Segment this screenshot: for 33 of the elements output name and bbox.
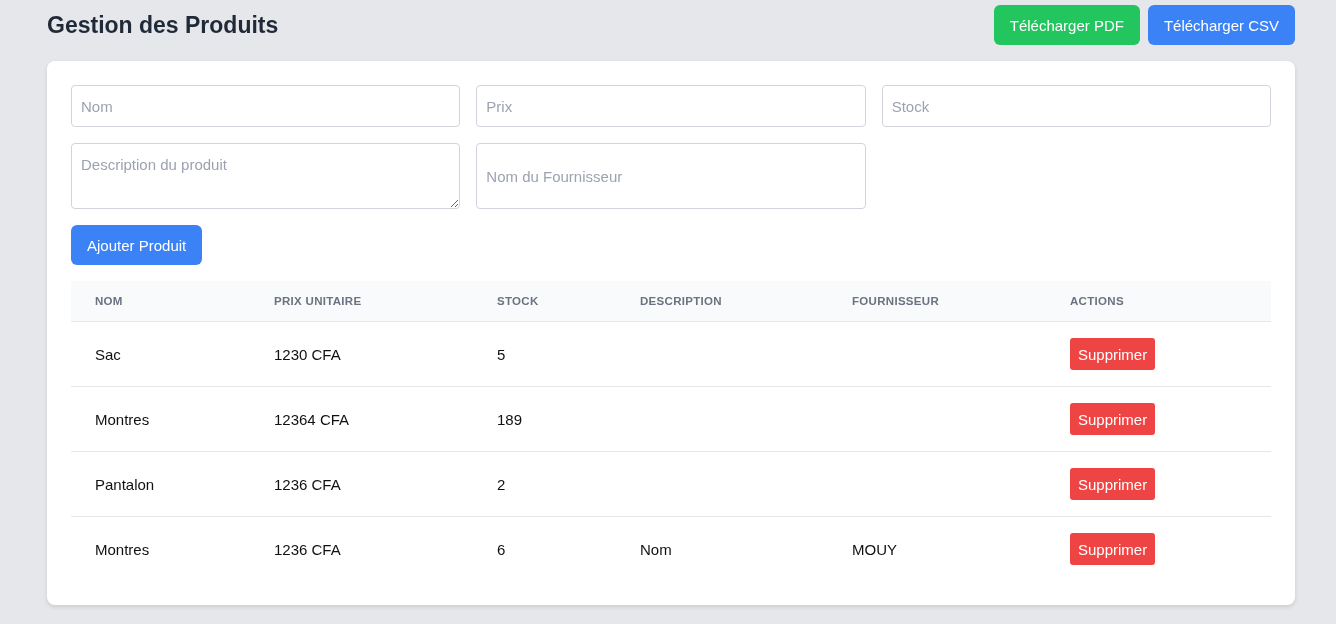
table-cell: 12364 CFA [274, 410, 350, 428]
table-cell: Nom [640, 540, 672, 558]
column-header: PRIX UNITAIRE [250, 281, 473, 322]
page-title: Gestion des Produits [47, 11, 279, 39]
column-header: FOURNISSEUR [828, 281, 1046, 322]
download-pdf-button[interactable]: Télécharger PDF [993, 5, 1140, 45]
table-cell: 189 [497, 410, 523, 428]
table-cell: Montres [95, 410, 150, 428]
column-header: STOCK [473, 281, 616, 322]
input-field[interactable]: Nom du Fournisseur [476, 143, 866, 209]
table-cell: 1230 CFA [274, 345, 341, 363]
table-cell: MOUY [852, 540, 897, 558]
table-cell: 6 [497, 540, 506, 558]
column-header: ACTIONS [1046, 281, 1271, 322]
table-cell: 5 [497, 345, 506, 363]
delete-button[interactable]: Supprimer [1070, 403, 1156, 435]
input-field[interactable]: Prix [476, 85, 866, 127]
table-cell: 2 [497, 475, 506, 493]
column-header: NOM [71, 281, 250, 322]
delete-button[interactable]: Supprimer [1070, 533, 1156, 565]
table-cell: Montres [95, 540, 150, 558]
delete-button[interactable]: Supprimer [1070, 468, 1156, 500]
download-csv-button[interactable]: Télécharger CSV [1147, 5, 1295, 45]
input-field[interactable]: Nom [71, 85, 461, 127]
table-cell: Sac [95, 345, 121, 363]
input-field[interactable]: Stock [881, 85, 1271, 127]
column-header: DESCRIPTION [616, 281, 828, 322]
delete-button[interactable]: Supprimer [1070, 338, 1156, 370]
description-field[interactable]: Description du produit [71, 143, 461, 209]
table-cell: Pantalon [95, 475, 155, 493]
add-product-button[interactable]: Ajouter Produit [71, 225, 203, 265]
table-cell: 1236 CFA [274, 540, 341, 558]
table-cell: 1236 CFA [274, 475, 341, 493]
